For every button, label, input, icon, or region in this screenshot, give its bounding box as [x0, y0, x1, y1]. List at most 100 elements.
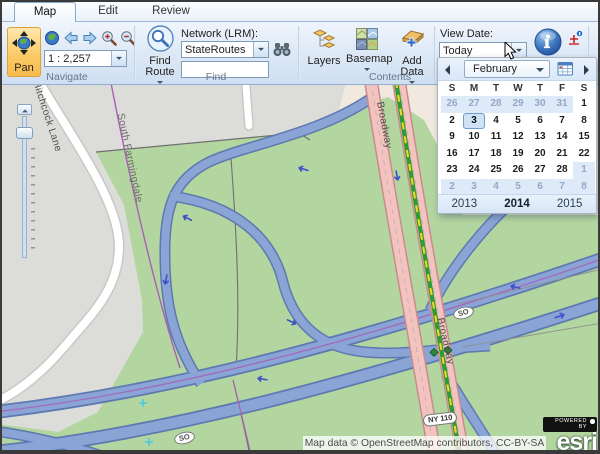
full-extent-globe-button[interactable] — [44, 30, 60, 46]
calendar-day[interactable]: 10 — [463, 129, 485, 146]
tab-edit[interactable]: Edit — [78, 2, 138, 22]
calendar-day-header: M — [463, 81, 485, 96]
calendar-day[interactable]: 6 — [529, 179, 551, 196]
calendar-day[interactable]: 26 — [441, 96, 463, 113]
zoom-slider-handle[interactable] — [16, 127, 33, 139]
calendar-day[interactable]: 5 — [507, 179, 529, 196]
calendar-day[interactable]: 19 — [507, 146, 529, 163]
calendar-day[interactable]: 3 — [463, 113, 485, 130]
route-location-tool-icon[interactable] — [567, 30, 584, 52]
layers-label: Layers — [304, 56, 344, 67]
scale-input[interactable] — [45, 51, 111, 66]
calendar-day[interactable]: 24 — [463, 162, 485, 179]
calendar-day[interactable]: 7 — [551, 113, 573, 130]
calendar-day[interactable]: 20 — [529, 146, 551, 163]
calendar-day-header: S — [573, 81, 595, 96]
calendar-day[interactable]: 3 — [463, 179, 485, 196]
view-date-dropdown-button[interactable] — [511, 43, 526, 58]
calendar-header: February — [438, 58, 596, 81]
event-editor-window: Map Edit Review Pan — [0, 0, 600, 454]
calendar-next-month-button[interactable] — [584, 65, 589, 75]
calendar-day[interactable]: 16 — [441, 146, 463, 163]
previous-extent-button[interactable] — [63, 30, 79, 46]
calendar-day-header: S — [441, 81, 463, 96]
zoom-slider-up-button[interactable] — [17, 104, 32, 115]
calendar-day[interactable]: 11 — [485, 129, 507, 146]
find-route-magnifier-icon — [147, 43, 174, 55]
view-date-label: View Date: — [440, 28, 493, 40]
calendar-year[interactable]: 2014 — [504, 198, 530, 210]
calendar-day[interactable]: 27 — [529, 162, 551, 179]
layers-icon — [312, 43, 336, 55]
calendar-year-row: 2013 2014 2015 — [438, 194, 596, 213]
tab-map[interactable]: Map — [14, 2, 76, 22]
calendar-prev-month-button[interactable] — [445, 65, 450, 75]
calendar-day[interactable]: 6 — [529, 113, 551, 130]
calendar-grid-icon[interactable] — [557, 61, 574, 82]
scale-dropdown-button[interactable] — [111, 51, 126, 66]
contents-group-label: Contents — [330, 71, 450, 83]
search-routes-binoculars-button[interactable] — [273, 42, 291, 58]
calendar-day[interactable]: 30 — [529, 96, 551, 113]
calendar-day[interactable]: 18 — [485, 146, 507, 163]
tab-review[interactable]: Review — [140, 2, 202, 22]
calendar-day[interactable]: 5 — [507, 113, 529, 130]
zoom-in-button[interactable] — [101, 30, 117, 46]
map-attribution: Map data © OpenStreetMap contributors, C… — [303, 436, 546, 452]
calendar-day[interactable]: 8 — [573, 113, 595, 130]
calendar-day[interactable]: 4 — [485, 179, 507, 196]
calendar-month-dropdown[interactable]: February — [464, 60, 550, 78]
calendar-day[interactable]: 2 — [441, 179, 463, 196]
calendar-day[interactable]: 23 — [441, 162, 463, 179]
zoom-slider — [16, 104, 38, 264]
calendar-day[interactable]: 1 — [573, 96, 595, 113]
calendar-day[interactable]: 31 — [551, 96, 573, 113]
calendar-day[interactable]: 29 — [507, 96, 529, 113]
basemap-icon — [356, 41, 378, 53]
pan-icon — [12, 42, 36, 59]
calendar-day-header: T — [529, 81, 551, 96]
calendar-year[interactable]: 2013 — [452, 198, 478, 210]
calendar-day-header: F — [551, 81, 573, 96]
layers-button[interactable]: Layers — [304, 28, 344, 67]
calendar-day[interactable]: 7 — [551, 179, 573, 196]
calendar-day[interactable]: 2 — [441, 113, 463, 130]
network-input[interactable] — [182, 42, 253, 57]
next-extent-button[interactable] — [82, 30, 98, 46]
calendar-day[interactable]: 25 — [485, 162, 507, 179]
calendar-day[interactable]: 22 — [573, 146, 595, 163]
ribbon-tabbar: Map Edit Review — [0, 0, 600, 22]
group-divider — [298, 26, 300, 78]
add-data-icon — [399, 43, 425, 55]
scale-combo — [44, 50, 127, 67]
network-lrm-label: Network (LRM): — [181, 28, 258, 40]
find-group-label: Find — [141, 71, 291, 83]
calendar-day[interactable]: 13 — [529, 129, 551, 146]
calendar-day[interactable]: 21 — [551, 146, 573, 163]
esri-wordmark: esri — [543, 431, 597, 453]
calendar-day[interactable]: 17 — [463, 146, 485, 163]
calendar-day[interactable]: 12 — [507, 129, 529, 146]
calendar-day[interactable]: 26 — [507, 162, 529, 179]
view-date-calendar-popup: February SMTWTFS 26272829303112345678910… — [437, 57, 597, 214]
network-dropdown-button[interactable] — [253, 42, 268, 57]
calendar-day-header: W — [507, 81, 529, 96]
calendar-day[interactable]: 9 — [441, 129, 463, 146]
calendar-day[interactable]: 1 — [573, 162, 595, 179]
calendar-day-header: T — [485, 81, 507, 96]
calendar-day[interactable]: 28 — [485, 96, 507, 113]
basemap-button[interactable]: Basemap — [346, 28, 388, 77]
calendar-day[interactable]: 27 — [463, 96, 485, 113]
view-date-input[interactable] — [440, 43, 511, 58]
calendar-day[interactable]: 28 — [551, 162, 573, 179]
calendar-day[interactable]: 14 — [551, 129, 573, 146]
basemap-label: Basemap — [346, 54, 388, 65]
calendar-year[interactable]: 2015 — [557, 198, 583, 210]
calendar-day[interactable]: 8 — [573, 179, 595, 196]
zoom-slider-ticks — [31, 148, 35, 250]
pan-button[interactable]: Pan — [7, 27, 41, 77]
calendar-day[interactable]: 15 — [573, 129, 595, 146]
calendar-day[interactable]: 4 — [485, 113, 507, 130]
network-combo — [181, 41, 269, 58]
navigate-group-label: Navigate — [7, 71, 127, 83]
